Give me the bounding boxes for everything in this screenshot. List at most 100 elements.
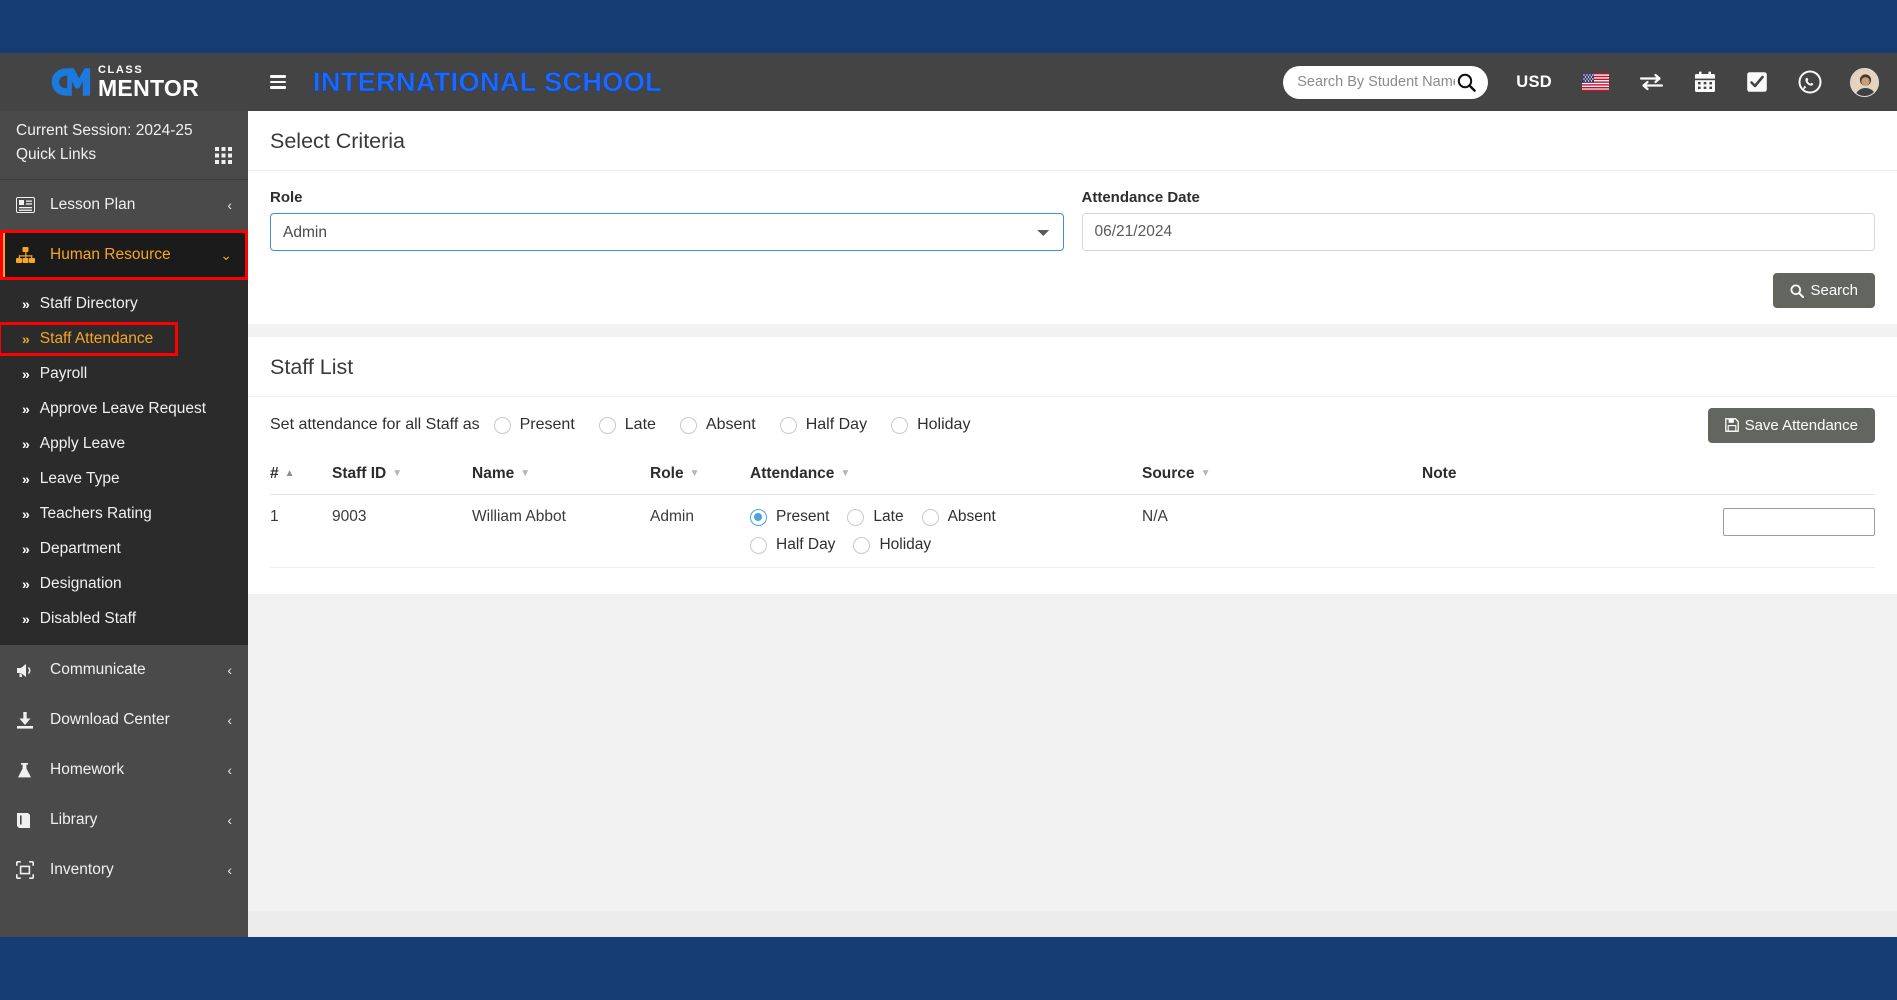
radio-circle[interactable]: [847, 508, 865, 526]
sidebar-item-human-resource[interactable]: Human Resource ⌄: [0, 230, 248, 280]
human-resource-submenu: » Staff Directory » Staff Attendance » P…: [0, 280, 248, 645]
double-chevron-icon: »: [22, 541, 30, 557]
user-avatar[interactable]: [1850, 67, 1879, 97]
radio-circle[interactable]: [750, 508, 767, 526]
row-attendance-radio-group: Present Late Absent Half Day Holiday: [750, 508, 1080, 554]
col-header-attendance[interactable]: Attendance ▼: [750, 453, 1142, 495]
search-icon[interactable]: [1455, 73, 1478, 92]
sort-icon: ▼: [520, 468, 531, 480]
staff-list-card: Staff List Set attendance for all Staff …: [248, 337, 1897, 594]
radio-circle[interactable]: [598, 416, 616, 434]
radio-label: Absent: [705, 416, 756, 433]
sidebar-item-label: Lesson Plan: [50, 196, 136, 213]
set-all-radio-absent[interactable]: Absent: [679, 416, 756, 434]
currency-label[interactable]: USD: [1516, 73, 1552, 92]
sidebar-item-homework[interactable]: Homework ‹: [0, 745, 248, 795]
brand-logo-block[interactable]: CLASS MENTOR: [0, 53, 248, 111]
row-radio-absent[interactable]: Absent: [921, 508, 996, 526]
set-all-radio-half-day[interactable]: Half Day: [779, 416, 868, 434]
sort-icon: ▼: [840, 468, 851, 480]
sidebar-subitem-designation[interactable]: » Designation: [0, 569, 248, 599]
sidebar-subitem-leave-type[interactable]: » Leave Type: [0, 464, 248, 494]
radio-circle[interactable]: [750, 536, 767, 554]
app-shell: CLASS MENTOR Current Session: 2024-25 Qu…: [0, 53, 1897, 937]
col-header-num[interactable]: # ▲: [270, 453, 332, 495]
search-button[interactable]: Search: [1773, 273, 1875, 308]
set-all-radio-present[interactable]: Present: [493, 416, 575, 434]
sidebar-subitem-department[interactable]: » Department: [0, 534, 248, 564]
row-radio-present[interactable]: Present: [750, 508, 829, 526]
exchange-arrows-icon[interactable]: [1639, 72, 1664, 92]
col-header-name[interactable]: Name ▼: [472, 453, 650, 495]
col-header-role[interactable]: Role ▼: [650, 453, 750, 495]
sidebar-subitem-approve-leave-request[interactable]: » Approve Leave Request: [0, 394, 248, 424]
sidebar-subitem-label: Apply Leave: [39, 435, 126, 452]
search-input[interactable]: [1297, 74, 1456, 90]
set-all-radio-late[interactable]: Late: [598, 416, 656, 434]
col-label: Source: [1142, 465, 1195, 482]
sidebar-item-label: Library: [50, 811, 98, 828]
sidebar-item-library[interactable]: Library ‹: [0, 795, 248, 845]
row-radio-holiday[interactable]: Holiday: [853, 536, 931, 554]
row-radio-half-day[interactable]: Half Day: [750, 536, 835, 554]
book-icon: [16, 812, 40, 829]
row-radio-late[interactable]: Late: [847, 508, 904, 526]
col-header-source[interactable]: Source ▼: [1142, 453, 1422, 495]
radio-circle[interactable]: [779, 416, 797, 434]
set-all-radio-holiday[interactable]: Holiday: [891, 416, 970, 434]
sidebar-subitem-payroll[interactable]: » Payroll: [0, 359, 248, 389]
radio-circle[interactable]: [921, 508, 939, 526]
sort-icon: ▼: [1200, 468, 1211, 480]
table-bottom-spacer: [270, 568, 1875, 594]
session-info-block: Current Session: 2024-25 Quick Links: [0, 111, 248, 180]
us-flag-icon[interactable]: [1582, 73, 1609, 91]
grid-icon[interactable]: [215, 146, 232, 164]
attendance-date-label: Attendance Date: [1081, 189, 1200, 206]
set-all-label: Set attendance for all Staff as: [270, 416, 480, 433]
hamburger-icon[interactable]: [270, 72, 286, 92]
attendance-date-input[interactable]: [1081, 213, 1875, 251]
whatsapp-icon[interactable]: [1798, 70, 1822, 94]
quick-links-row[interactable]: Quick Links: [16, 143, 232, 167]
select-criteria-title: Select Criteria: [270, 129, 406, 153]
brand-text: CLASS MENTOR: [98, 64, 199, 100]
download-icon: [16, 711, 40, 729]
sidebar-subitem-teachers-rating[interactable]: » Teachers Rating: [0, 499, 248, 529]
lesson-plan-icon: [16, 197, 40, 213]
col-label: Attendance: [750, 465, 835, 482]
sidebar-item-inventory[interactable]: Inventory ‹: [0, 845, 248, 895]
search-box[interactable]: [1283, 65, 1489, 99]
radio-circle[interactable]: [891, 416, 909, 434]
staff-table-body: 1 9003 William Abbot Admin Present Late …: [270, 494, 1875, 568]
checkbox-check-icon[interactable]: [1746, 71, 1768, 93]
sidebar-item-lesson-plan[interactable]: Lesson Plan ‹: [0, 180, 248, 230]
sidebar-subitem-apply-leave[interactable]: » Apply Leave: [0, 429, 248, 459]
cell-staff-id: 9003: [332, 494, 472, 568]
col-label: #: [270, 465, 279, 482]
calendar-icon[interactable]: [1694, 71, 1716, 93]
sidebar-subitem-staff-directory[interactable]: » Staff Directory: [0, 289, 248, 319]
sidebar-subitem-label: Department: [39, 540, 121, 557]
radio-circle[interactable]: [853, 536, 871, 554]
save-attendance-button[interactable]: Save Attendance: [1707, 407, 1875, 443]
double-chevron-icon: »: [22, 401, 30, 417]
current-session-label: Current Session: 2024-25: [16, 122, 193, 139]
col-label: Note: [1422, 465, 1457, 482]
set-all-radio-group: Present Late Absent Half Day Holiday: [493, 416, 970, 434]
sidebar-subitem-staff-attendance[interactable]: » Staff Attendance: [0, 322, 178, 356]
cell-role: Admin: [650, 494, 750, 568]
flask-icon: [16, 762, 40, 779]
top-navy-strip: [0, 0, 1897, 53]
sidebar-subitem-disabled-staff[interactable]: » Disabled Staff: [0, 604, 248, 634]
radio-label: Present: [776, 508, 830, 525]
radio-label: Half Day: [805, 416, 868, 433]
sidebar-item-communicate[interactable]: Communicate ‹: [0, 645, 248, 695]
radio-circle[interactable]: [679, 416, 697, 434]
set-all-attendance-row: Set attendance for all Staff as Present …: [248, 397, 1897, 453]
sidebar-item-download-center[interactable]: Download Center ‹: [0, 695, 248, 745]
role-select[interactable]: Admin: [270, 213, 1064, 251]
col-header-staff-id[interactable]: Staff ID ▼: [332, 453, 472, 495]
radio-circle[interactable]: [493, 416, 511, 434]
staff-table-head: # ▲ Staff ID ▼ Name ▼ Role ▼ Attendance …: [270, 453, 1875, 495]
note-input[interactable]: [1723, 508, 1875, 536]
